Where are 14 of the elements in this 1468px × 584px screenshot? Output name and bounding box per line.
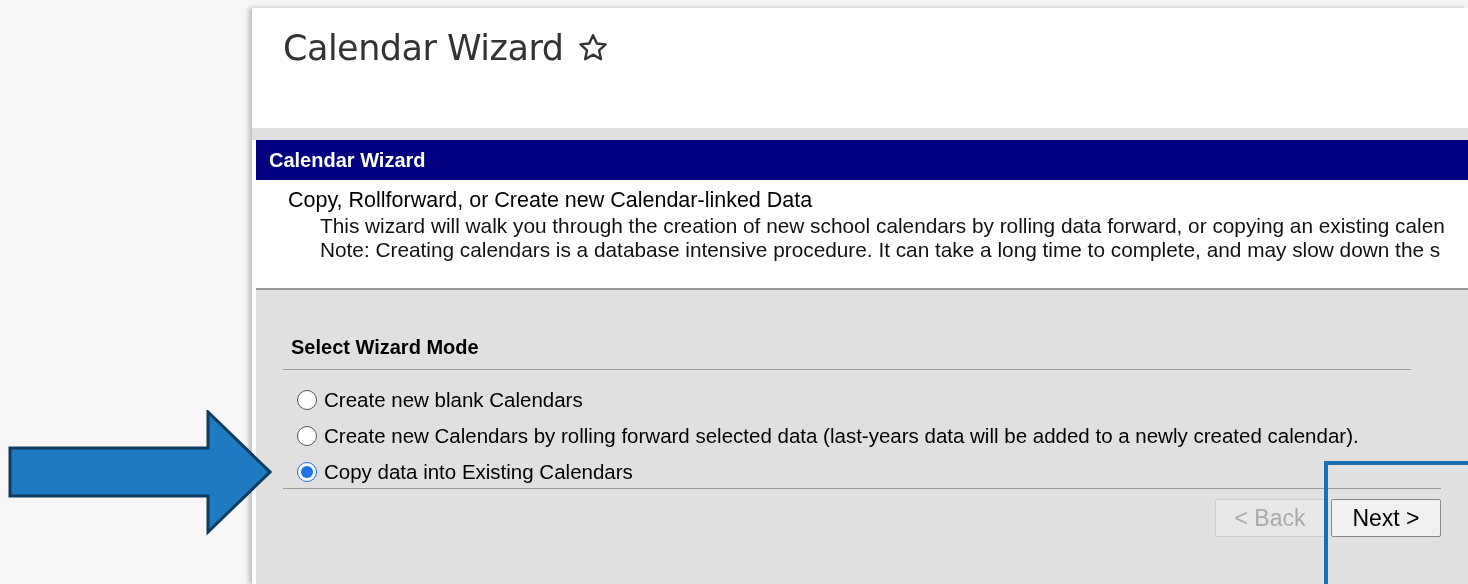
description-text: Note: Creating calendars is a database intensive procedure. It can take a long time to complete, and may slow down the s (319, 238, 1442, 262)
wizard-button[interactable]: Next > (1331, 499, 1441, 537)
option-label[interactable]: Create new blank Calendars (324, 388, 583, 412)
description-text: This wizard will walk you through the creation of new school calendars by rolling data forward, or copying an existing calen (319, 214, 1446, 238)
page-title: Calendar Wizard (283, 27, 564, 70)
radio-button[interactable] (297, 426, 317, 446)
radio-button[interactable] (297, 390, 317, 410)
radio-button[interactable] (297, 462, 317, 482)
option-label[interactable]: Copy data into Existing Calendars (324, 460, 633, 484)
option-label[interactable]: Create new Calendars by rolling forward selected data (last-years data will be added to a newly created calendar). (324, 424, 1359, 448)
panel-header: Calendar Wizard (256, 140, 1468, 180)
arrow-icon (8, 410, 272, 536)
section-title: Select Wizard Mode (283, 336, 1411, 370)
panel-heading: Copy, Rollforward, or Create new Calendar-linked Data (288, 187, 814, 214)
